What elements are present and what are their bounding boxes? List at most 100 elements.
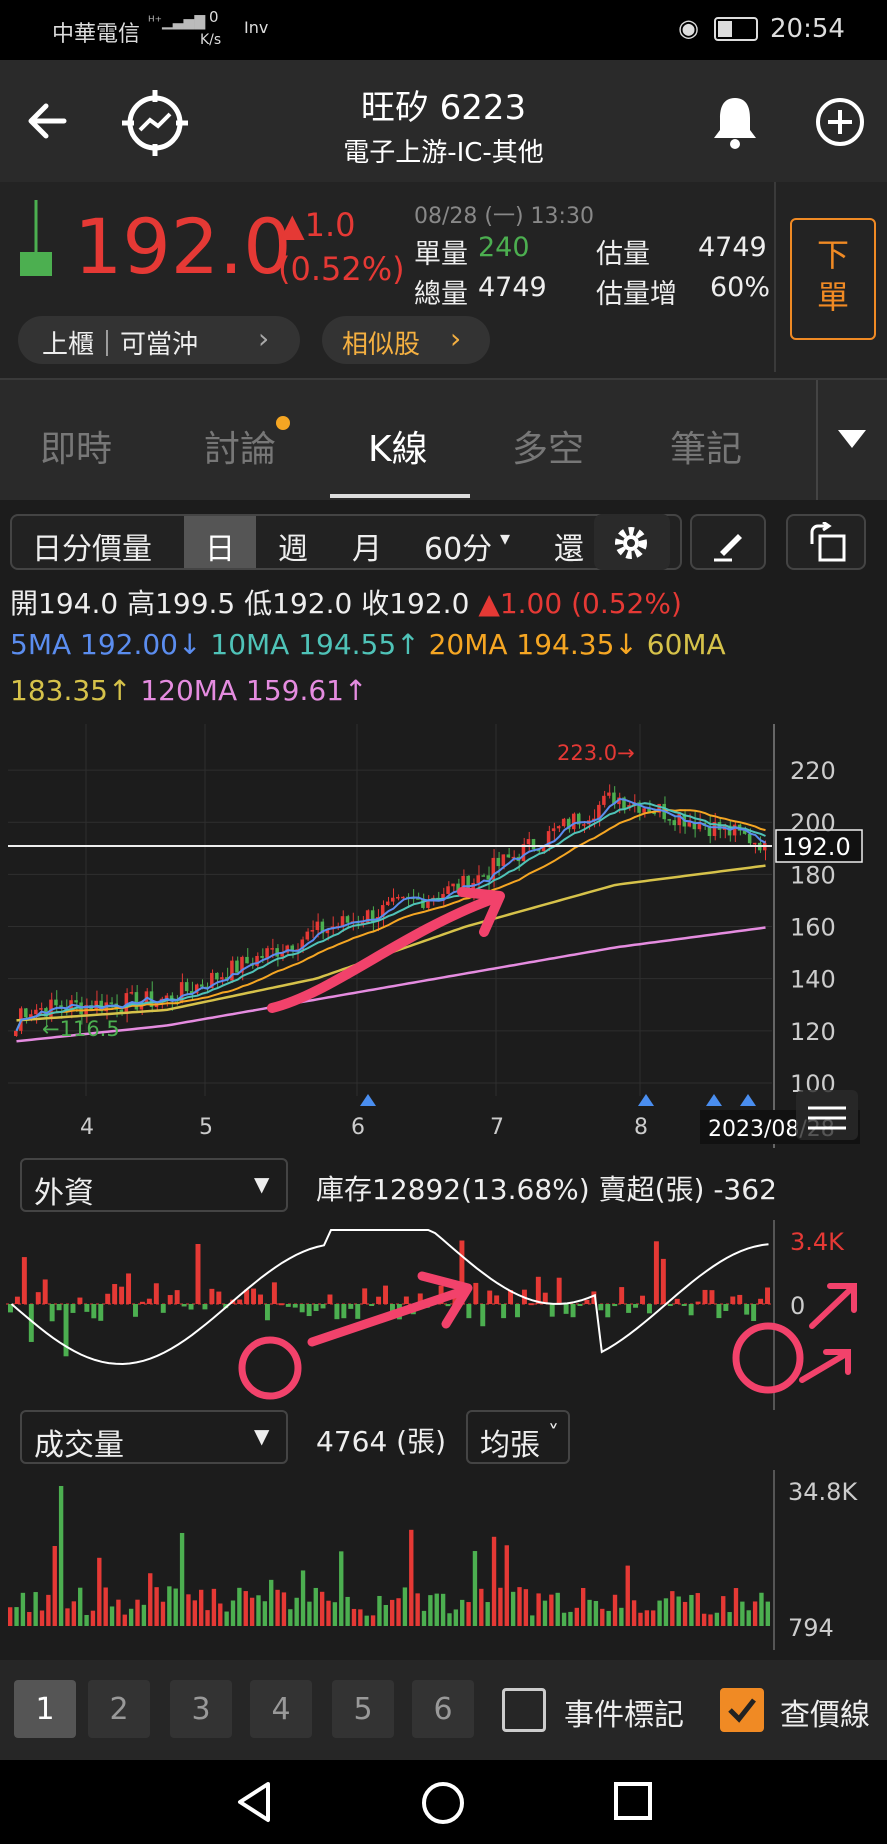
market-tag-button[interactable]: 上櫃｜可當沖 ›	[18, 316, 300, 364]
speed-value: 0	[209, 8, 219, 26]
foreign-info: 庫存12892(13.68%) 賣超(張) -362	[316, 1173, 777, 1206]
period-60min[interactable]: 60分	[424, 524, 492, 568]
foreign-bar	[633, 1304, 639, 1308]
page-button-5[interactable]: 5	[332, 1680, 394, 1738]
volume-bar	[765, 1601, 770, 1626]
pen-icon	[714, 534, 742, 562]
volume-bar	[154, 1587, 159, 1626]
page-button-3[interactable]: 3	[170, 1680, 232, 1738]
tab-notes[interactable]: 筆記	[670, 420, 742, 472]
foreign-bar	[264, 1304, 270, 1321]
mode-label[interactable]: 日分價量	[32, 524, 152, 568]
event-marker[interactable]	[740, 1094, 756, 1106]
tab-realtime[interactable]: 即時	[40, 420, 112, 472]
nav-home-icon[interactable]	[420, 1780, 466, 1826]
market-tag-label: 上櫃｜可當沖	[42, 330, 199, 360]
volume-bar	[173, 1588, 178, 1626]
page-button-6[interactable]: 6	[412, 1680, 474, 1738]
volume-bar	[294, 1597, 299, 1626]
volume-bar	[8, 1607, 13, 1626]
rotate-screen-button[interactable]	[786, 514, 866, 570]
foreign-bar	[167, 1295, 173, 1304]
settings-button[interactable]	[594, 514, 670, 570]
volume-bar	[625, 1565, 630, 1626]
quote-datetime: 08/28 (一) 13:30	[414, 204, 594, 229]
tab-discussion[interactable]: 討論	[204, 420, 276, 472]
tab-kline[interactable]: K線	[368, 420, 428, 472]
foreign-bar	[299, 1304, 305, 1313]
foreign-bar	[702, 1289, 708, 1304]
draw-button[interactable]	[690, 514, 766, 570]
candle-body	[582, 824, 586, 826]
candle-body	[24, 1008, 28, 1018]
candle-body	[602, 795, 606, 805]
foreign-bar	[695, 1301, 701, 1304]
volume-chart[interactable]: 34.8K 794	[0, 1470, 887, 1650]
foreign-bar	[501, 1304, 507, 1319]
foreign-bar	[765, 1287, 770, 1304]
event-marker-checkbox[interactable]	[502, 1688, 546, 1732]
volume-bar	[167, 1586, 172, 1626]
period-week[interactable]: 週	[278, 524, 308, 568]
candle-body	[199, 984, 204, 987]
bell-icon[interactable]	[710, 94, 760, 150]
chevron-right-icon: ›	[450, 322, 462, 355]
candle-body	[446, 886, 450, 894]
volume-bar	[759, 1592, 764, 1626]
foreign-bar	[688, 1304, 694, 1316]
volume-bar	[160, 1601, 166, 1626]
ma5-label: 5MA 192.00↓	[10, 628, 202, 661]
add-plus-icon[interactable]	[814, 96, 866, 148]
candle-body	[732, 824, 737, 836]
foreign-bar	[237, 1299, 243, 1304]
foreign-bar	[667, 1304, 673, 1306]
foreign-bar	[49, 1304, 55, 1322]
volume-bar	[339, 1551, 344, 1626]
high-value: 高199.5	[127, 587, 236, 620]
volume-bar	[243, 1591, 248, 1626]
foreign-bar	[549, 1304, 555, 1317]
volume-unit-button[interactable]: 均張 ˅	[466, 1410, 570, 1464]
foreign-bar	[646, 1304, 652, 1314]
foreign-bar	[306, 1304, 312, 1317]
volume-bar	[549, 1594, 554, 1626]
place-order-button[interactable]: 下單	[790, 218, 876, 340]
page-button-1[interactable]: 1	[14, 1680, 76, 1738]
nav-recents-icon[interactable]	[612, 1780, 654, 1822]
menu-lines-icon[interactable]	[796, 1090, 858, 1140]
price-line-checkbox[interactable]	[720, 1688, 764, 1732]
tab-long-short[interactable]: 多空	[512, 420, 584, 472]
period-day[interactable]: 日	[205, 524, 235, 568]
volume-bar	[727, 1612, 732, 1626]
foreign-bar	[466, 1304, 472, 1319]
candle-body	[109, 1002, 114, 1004]
event-markers[interactable]	[360, 1094, 756, 1106]
page-button-2[interactable]: 2	[88, 1680, 150, 1738]
foreign-bar	[341, 1304, 347, 1319]
nav-back-icon[interactable]	[232, 1780, 276, 1824]
page-button-4[interactable]: 4	[250, 1680, 312, 1738]
kline-chart[interactable]: 192.0 223.0→ ←116.5 22020018016014012010…	[0, 724, 887, 1148]
volume-bar	[65, 1608, 70, 1626]
period-month[interactable]: 月	[352, 524, 382, 568]
candle-body	[747, 833, 752, 844]
volume-bar	[332, 1602, 338, 1626]
period-adjusted[interactable]: 還	[554, 524, 584, 568]
candle-body	[265, 948, 269, 958]
battery-icon	[714, 17, 758, 41]
est-increase-label: 估量增	[596, 279, 677, 310]
event-marker[interactable]	[360, 1094, 376, 1106]
similar-stocks-button[interactable]: 相似股 ›	[322, 316, 490, 364]
indicator-select-foreign[interactable]: 外資 ▼	[20, 1158, 288, 1212]
candle-body	[642, 808, 646, 813]
foreign-bar	[77, 1297, 83, 1304]
dropdown-triangle-icon[interactable]	[836, 428, 868, 450]
event-marker[interactable]	[706, 1094, 722, 1106]
volume-bar	[434, 1593, 439, 1626]
indicator-select-volume[interactable]: 成交量 ▼	[20, 1410, 288, 1464]
volume-bar	[205, 1610, 210, 1626]
foreign-chart[interactable]: 3.4K 0	[0, 1220, 887, 1410]
low-value: 低192.0	[244, 587, 353, 620]
price-change: ▲1.0	[280, 206, 356, 244]
foreign-bar	[653, 1241, 659, 1304]
